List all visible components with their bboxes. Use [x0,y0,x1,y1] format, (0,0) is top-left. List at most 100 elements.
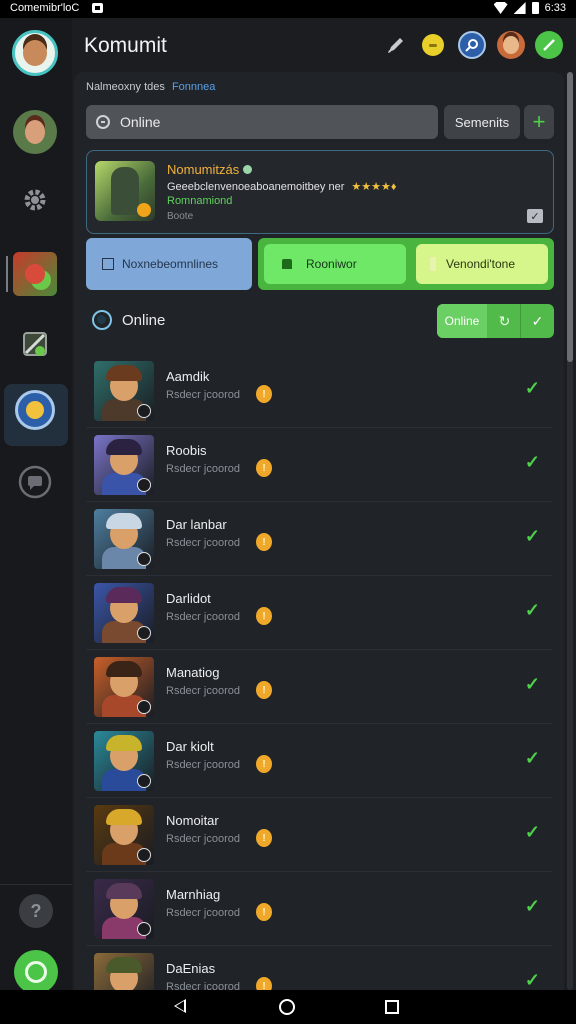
profile-avatar[interactable] [12,30,58,76]
status-ring-icon [25,961,47,983]
member-status-text: Rsdecr jcoorod [166,907,240,919]
member-status-text: Rsdecr jcoorod [166,537,240,549]
rail-community-icon[interactable] [15,390,55,430]
breadcrumb: Nalmeoxny tdes Fonnnea [86,81,215,93]
game-badge-icon [137,922,151,936]
online-section-header: Online [92,307,165,333]
member-avatar[interactable] [94,805,154,865]
game-badge-icon [137,700,151,714]
list-item[interactable]: Marnhiag Rsdecr jcoorod! ✓ [86,872,552,946]
refresh-icon[interactable]: ↻ [489,304,521,338]
list-item[interactable]: Darlidot Rsdecr jcoorod! ✓ [86,576,552,650]
status-bar: Comemibr'loC 6:33 [0,0,576,18]
back-icon[interactable] [174,999,192,1015]
wifi-icon [493,2,508,14]
add-button[interactable]: + [524,105,554,139]
online-check-icon[interactable]: ✓ [525,378,540,399]
settings-gear-icon[interactable] [13,178,57,222]
profile-face-icon [23,40,47,66]
member-avatar[interactable] [94,583,154,643]
avatar-hair [106,587,142,603]
tab-vendor-icon [430,257,436,271]
member-name: Darlidot [166,591,211,606]
breadcrumb-link[interactable]: Fonnnea [172,81,215,93]
list-item[interactable]: Dar lanbar Rsdecr jcoorod! ✓ [86,502,552,576]
featured-title-text: Nomumitzás [167,162,240,177]
member-name: Dar kiolt [166,739,214,754]
edit-pen-icon[interactable] [382,31,410,59]
status-select-value: Online [120,114,161,130]
member-avatar[interactable] [94,435,154,495]
coin-icon: ! [256,459,272,477]
featured-checkbox[interactable]: ✓ [527,209,543,223]
avatar-hair [106,735,142,751]
online-check-icon[interactable]: ✓ [525,896,540,917]
member-avatar[interactable] [94,657,154,717]
list-item[interactable]: Nomoitar Rsdecr jcoorod! ✓ [86,798,552,872]
coin-icon: ! [256,829,272,847]
tab-rooms-label: Rooniwor [306,257,357,271]
tab-rooms[interactable]: Rooniwor [264,244,406,284]
tab-members[interactable]: Noxnebeomnlines [86,238,252,290]
status-time: 6:33 [544,2,566,14]
scrollbar[interactable] [567,72,573,990]
online-filter-button[interactable]: Online [437,304,487,338]
rail-tools-icon[interactable] [13,322,57,366]
member-name: Dar lanbar [166,517,227,532]
coin-icon: ! [256,607,272,625]
recents-icon[interactable] [385,1000,399,1014]
signal-icon [513,2,526,14]
coins-icon[interactable] [422,34,444,56]
list-item[interactable]: DaEnias Rsdecr jcoorod! ✓ [86,946,552,990]
check-all-icon[interactable]: ✓ [521,304,554,338]
member-avatar[interactable] [94,953,154,990]
member-avatar[interactable] [94,731,154,791]
member-avatar[interactable] [94,361,154,421]
member-name: Roobis [166,443,207,458]
online-check-icon[interactable]: ✓ [525,674,540,695]
list-item[interactable]: Dar kiolt Rsdecr jcoorod! ✓ [86,724,552,798]
rail-chat-icon[interactable] [13,460,57,504]
scrollbar-thumb[interactable] [567,72,573,362]
coin-mark-icon [429,43,437,47]
game-badge-icon [137,404,151,418]
coin-icon: ! [256,533,272,551]
rail-active-indicator [6,256,8,292]
home-icon[interactable] [279,999,295,1015]
member-status-text: Rsdecr jcoorod [166,833,240,845]
list-item[interactable]: Aamdik Rsdecr jcoorod! ✓ [86,354,552,428]
online-check-icon[interactable]: ✓ [525,970,540,990]
avatar-hair [106,365,142,381]
confirm-edit-icon[interactable] [535,31,563,59]
friend-avatar[interactable] [497,31,525,59]
status-select[interactable]: Online [86,105,438,139]
online-check-icon[interactable]: ✓ [525,600,540,621]
verified-badge-icon [243,165,253,174]
featured-card[interactable]: Nomumitzás Geeebclenvenoeaboanemoitbey n… [86,150,554,234]
tab-vendor[interactable]: Venondi'tone [416,244,548,284]
help-icon[interactable]: ? [19,894,53,928]
avatar-hair [106,809,142,825]
tab-rooms-icon [282,259,292,269]
list-item[interactable]: Manatiog Rsdecr jcoorod! ✓ [86,650,552,724]
search-button[interactable]: Semenits [444,105,520,139]
online-check-icon[interactable]: ✓ [525,748,540,769]
avatar-hair [106,439,142,455]
top-bar: Komumit [72,18,576,74]
member-name: Aamdik [166,369,210,384]
online-chat-icon [92,310,112,330]
rail-game-icon[interactable] [13,252,57,296]
rail-user-avatar[interactable] [13,110,57,154]
member-status-text: Rsdecr jcoorod [166,611,240,623]
online-check-icon[interactable]: ✓ [525,526,540,547]
rail-status-icon[interactable] [14,950,58,994]
status-clock-icon [96,115,110,129]
member-avatar[interactable] [94,509,154,569]
online-check-icon[interactable]: ✓ [525,822,540,843]
search-globe-icon[interactable] [458,31,486,59]
member-avatar[interactable] [94,879,154,939]
list-item[interactable]: Roobis Rsdecr jcoorod! ✓ [86,428,552,502]
main-panel: Nalmeoxny tdes Fonnnea Online Semenits +… [74,72,564,990]
online-check-icon[interactable]: ✓ [525,452,540,473]
coin-icon: ! [256,385,272,403]
